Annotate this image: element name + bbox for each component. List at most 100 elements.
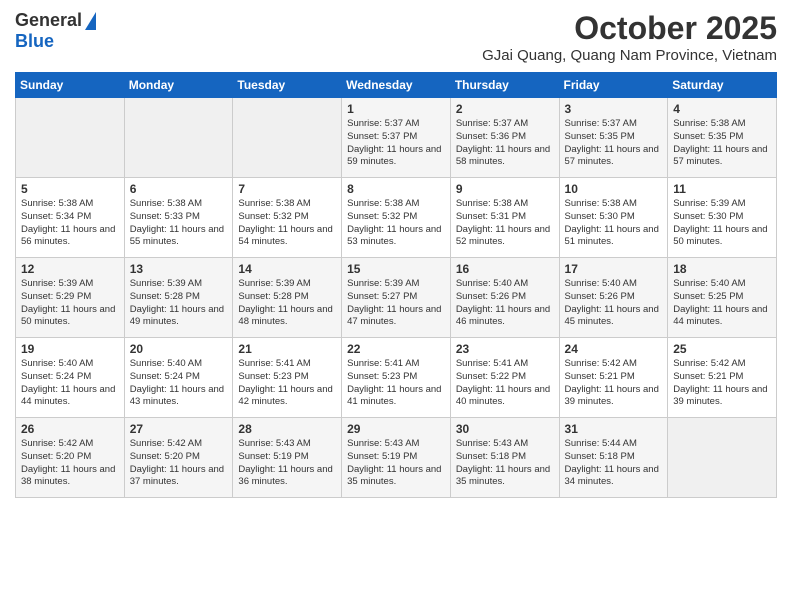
day-number: 2 [456, 102, 554, 116]
day-info: Sunrise: 5:44 AMSunset: 5:18 PMDaylight:… [565, 438, 659, 487]
table-row: 9Sunrise: 5:38 AMSunset: 5:31 PMDaylight… [450, 178, 559, 258]
day-number: 21 [238, 342, 336, 356]
day-info: Sunrise: 5:41 AMSunset: 5:22 PMDaylight:… [456, 358, 550, 407]
table-row: 13 Sunrise: 5:39 AMSunset: 5:28 PMDayligh… [124, 258, 233, 338]
day-number: 27 [130, 422, 228, 436]
day-info: Sunrise: 5:42 AMSunset: 5:21 PMDaylight:… [565, 358, 659, 407]
table-row: 22 Sunrise: 5:41 AMSunset: 5:23 PMDayligh… [342, 338, 451, 418]
table-row: 31 Sunrise: 5:44 AMSunset: 5:18 PMDayligh… [559, 418, 668, 498]
header-friday: Friday [559, 73, 668, 98]
day-number: 15 [347, 262, 445, 276]
day-info: Sunrise: 5:43 AMSunset: 5:19 PMDaylight:… [238, 438, 332, 487]
header-tuesday: Tuesday [233, 73, 342, 98]
logo-triangle-icon [85, 12, 96, 30]
table-row [668, 418, 777, 498]
table-row: 30 Sunrise: 5:43 AMSunset: 5:18 PMDayligh… [450, 418, 559, 498]
table-row: 18 Sunrise: 5:40 AMSunset: 5:25 PMDayligh… [668, 258, 777, 338]
day-number: 10 [565, 182, 663, 196]
table-row: 14 Sunrise: 5:39 AMSunset: 5:28 PMDayligh… [233, 258, 342, 338]
day-info: Sunrise: 5:38 AMSunset: 5:33 PMDaylight:… [130, 198, 224, 247]
week-row-0: 1 Sunrise: 5:37 AMSunset: 5:37 PMDaylight… [16, 98, 777, 178]
table-row: 20Sunrise: 5:40 AMSunset: 5:24 PMDayligh… [124, 338, 233, 418]
header-sunday: Sunday [16, 73, 125, 98]
day-info: Sunrise: 5:43 AMSunset: 5:18 PMDaylight:… [456, 438, 550, 487]
table-row: 7 Sunrise: 5:38 AMSunset: 5:32 PMDaylight… [233, 178, 342, 258]
logo: General Blue [15, 10, 96, 52]
day-info: Sunrise: 5:39 AMSunset: 5:28 PMDaylight:… [238, 278, 332, 327]
day-info: Sunrise: 5:40 AMSunset: 5:26 PMDaylight:… [565, 278, 659, 327]
day-info: Sunrise: 5:43 AMSunset: 5:19 PMDaylight:… [347, 438, 441, 487]
day-number: 18 [673, 262, 771, 276]
day-info: Sunrise: 5:38 AMSunset: 5:32 PMDaylight:… [238, 198, 332, 247]
day-number: 17 [565, 262, 663, 276]
logo-blue: Blue [15, 31, 54, 52]
table-row: 24Sunrise: 5:42 AMSunset: 5:21 PMDayligh… [559, 338, 668, 418]
table-row: 3 Sunrise: 5:37 AMSunset: 5:35 PMDaylight… [559, 98, 668, 178]
day-info: Sunrise: 5:40 AMSunset: 5:24 PMDaylight:… [130, 358, 224, 407]
day-info: Sunrise: 5:39 AMSunset: 5:28 PMDaylight:… [130, 278, 224, 327]
day-number: 26 [21, 422, 119, 436]
title-section: October 2025 GJai Quang, Quang Nam Provi… [482, 10, 777, 64]
table-row: 11 Sunrise: 5:39 AMSunset: 5:30 PMDayligh… [668, 178, 777, 258]
location-title: GJai Quang, Quang Nam Province, Vietnam [482, 47, 777, 64]
day-number: 11 [673, 182, 771, 196]
table-row: 29 Sunrise: 5:43 AMSunset: 5:19 PMDayligh… [342, 418, 451, 498]
month-title: October 2025 [482, 10, 777, 47]
week-row-2: 12Sunrise: 5:39 AMSunset: 5:29 PMDayligh… [16, 258, 777, 338]
logo-general: General [15, 10, 82, 31]
table-row: 17 Sunrise: 5:40 AMSunset: 5:26 PMDayligh… [559, 258, 668, 338]
day-number: 7 [238, 182, 336, 196]
header-saturday: Saturday [668, 73, 777, 98]
header-thursday: Thursday [450, 73, 559, 98]
day-number: 8 [347, 182, 445, 196]
day-number: 22 [347, 342, 445, 356]
table-row [16, 98, 125, 178]
day-info: Sunrise: 5:40 AMSunset: 5:24 PMDaylight:… [21, 358, 115, 407]
day-number: 30 [456, 422, 554, 436]
day-number: 3 [565, 102, 663, 116]
day-number: 16 [456, 262, 554, 276]
header-section: General Blue October 2025 GJai Quang, Qu… [15, 10, 777, 64]
table-row: 5Sunrise: 5:38 AMSunset: 5:34 PMDaylight… [16, 178, 125, 258]
table-row: 23 Sunrise: 5:41 AMSunset: 5:22 PMDayligh… [450, 338, 559, 418]
header-monday: Monday [124, 73, 233, 98]
table-row: 28Sunrise: 5:43 AMSunset: 5:19 PMDayligh… [233, 418, 342, 498]
table-row: 27 Sunrise: 5:42 AMSunset: 5:20 PMDayligh… [124, 418, 233, 498]
day-info: Sunrise: 5:39 AMSunset: 5:27 PMDaylight:… [347, 278, 441, 327]
week-row-1: 5Sunrise: 5:38 AMSunset: 5:34 PMDaylight… [16, 178, 777, 258]
day-info: Sunrise: 5:41 AMSunset: 5:23 PMDaylight:… [347, 358, 441, 407]
day-info: Sunrise: 5:37 AMSunset: 5:35 PMDaylight:… [565, 118, 659, 167]
day-info: Sunrise: 5:38 AMSunset: 5:31 PMDaylight:… [456, 198, 550, 247]
day-info: Sunrise: 5:40 AMSunset: 5:26 PMDaylight:… [456, 278, 550, 327]
day-number: 6 [130, 182, 228, 196]
day-info: Sunrise: 5:40 AMSunset: 5:25 PMDaylight:… [673, 278, 767, 327]
header-wednesday: Wednesday [342, 73, 451, 98]
table-row: 19 Sunrise: 5:40 AMSunset: 5:24 PMDayligh… [16, 338, 125, 418]
day-number: 29 [347, 422, 445, 436]
table-row: 2 Sunrise: 5:37 AMSunset: 5:36 PMDaylight… [450, 98, 559, 178]
day-info: Sunrise: 5:38 AMSunset: 5:32 PMDaylight:… [347, 198, 441, 247]
day-number: 1 [347, 102, 445, 116]
day-info: Sunrise: 5:39 AMSunset: 5:29 PMDaylight:… [21, 278, 115, 327]
day-number: 25 [673, 342, 771, 356]
day-info: Sunrise: 5:38 AMSunset: 5:30 PMDaylight:… [565, 198, 659, 247]
day-info: Sunrise: 5:38 AMSunset: 5:35 PMDaylight:… [673, 118, 767, 167]
day-info: Sunrise: 5:37 AMSunset: 5:36 PMDaylight:… [456, 118, 550, 167]
day-info: Sunrise: 5:42 AMSunset: 5:21 PMDaylight:… [673, 358, 767, 407]
day-number: 19 [21, 342, 119, 356]
week-row-3: 19 Sunrise: 5:40 AMSunset: 5:24 PMDayligh… [16, 338, 777, 418]
weekday-header-row: Sunday Monday Tuesday Wednesday Thursday… [16, 73, 777, 98]
day-info: Sunrise: 5:37 AMSunset: 5:37 PMDaylight:… [347, 118, 441, 167]
day-info: Sunrise: 5:39 AMSunset: 5:30 PMDaylight:… [673, 198, 767, 247]
day-number: 14 [238, 262, 336, 276]
day-number: 31 [565, 422, 663, 436]
day-info: Sunrise: 5:41 AMSunset: 5:23 PMDaylight:… [238, 358, 332, 407]
day-info: Sunrise: 5:42 AMSunset: 5:20 PMDaylight:… [130, 438, 224, 487]
day-number: 23 [456, 342, 554, 356]
week-row-4: 26 Sunrise: 5:42 AMSunset: 5:20 PMDayligh… [16, 418, 777, 498]
table-row: 4Sunrise: 5:38 AMSunset: 5:35 PMDaylight… [668, 98, 777, 178]
day-number: 13 [130, 262, 228, 276]
table-row: 15 Sunrise: 5:39 AMSunset: 5:27 PMDayligh… [342, 258, 451, 338]
table-row: 25 Sunrise: 5:42 AMSunset: 5:21 PMDayligh… [668, 338, 777, 418]
table-row: 26Sunrise: 5:42 AMSunset: 5:20 PMDayligh… [16, 418, 125, 498]
